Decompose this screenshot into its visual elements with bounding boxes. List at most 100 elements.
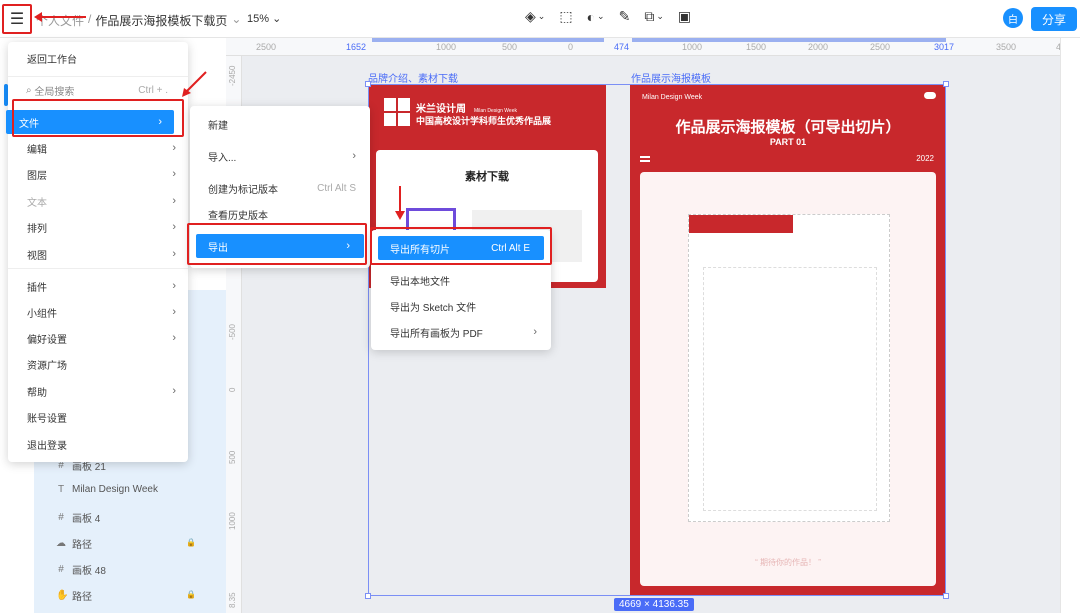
- chevron-right-icon: ›: [172, 168, 176, 180]
- menu-divider: [8, 76, 188, 77]
- toolbar: ◈ ⌄ ⬚ ◐ ⌄ ✎ ⧉ ⌄ ▣: [525, 8, 691, 25]
- hamburger-icon[interactable]: ☰: [4, 6, 30, 32]
- chevron-right-icon: ›: [172, 142, 176, 154]
- search-shortcut: Ctrl + .: [138, 84, 168, 96]
- chevron-down-icon: ⌄: [272, 13, 282, 25]
- menu-item-help[interactable]: 帮助 ›: [8, 379, 188, 403]
- layer-item[interactable]: # 画板 48: [56, 562, 106, 577]
- path-icon: ✋: [56, 590, 69, 601]
- menu-item-export-local[interactable]: 导出本地文件: [371, 268, 551, 292]
- ruler-selection-band: [372, 38, 604, 42]
- search-icon: ⌕: [26, 84, 35, 96]
- chevron-right-icon: ›: [172, 306, 176, 318]
- file-name[interactable]: 作品展示海报模板下载页: [95, 12, 227, 29]
- resize-handle[interactable]: [943, 81, 949, 87]
- size-badge: 4669 × 4136.35: [614, 598, 694, 611]
- ruler-tick: 8.35: [228, 592, 237, 608]
- zoom-dropdown[interactable]: 15% ⌄: [247, 12, 281, 25]
- menu-item-account[interactable]: 账号设置: [8, 405, 188, 429]
- breadcrumb-parent[interactable]: 个人文件: [36, 12, 84, 29]
- chevron-right-icon: ›: [158, 116, 162, 128]
- breadcrumb: 个人文件 / 作品展示海报模板下载页 ⌄: [36, 12, 241, 29]
- ruler-tick: 500: [502, 42, 518, 52]
- ruler-tick: 1500: [746, 42, 767, 52]
- lock-icon[interactable]: 🔒: [186, 538, 196, 547]
- ruler-tick: 1000: [682, 42, 703, 52]
- ruler-tick: 0: [228, 387, 237, 392]
- resize-handle[interactable]: [943, 593, 949, 599]
- menu-item-export-pdf[interactable]: 导出所有画板为 PDF ›: [371, 320, 551, 344]
- chevron-right-icon: ›: [172, 332, 176, 344]
- layer-item[interactable]: ✋ 路径: [56, 588, 92, 603]
- file-submenu: 新建 导入... › 创建为标记版本 Ctrl Alt S 查看历史版本 导出 ›: [190, 106, 370, 268]
- layer-item[interactable]: ☁ 路径: [56, 536, 92, 551]
- menu-item-layer[interactable]: 图层 ›: [8, 162, 188, 186]
- mask-icon[interactable]: ◐ ⌄: [587, 9, 605, 25]
- component-icon[interactable]: ◈ ⌄: [525, 8, 545, 25]
- menu-item-view[interactable]: 视图 ›: [8, 242, 188, 266]
- menu-item-text[interactable]: 文本 ›: [8, 189, 188, 213]
- frame-label[interactable]: 作品展示海报模板: [631, 70, 711, 85]
- path-icon: ☁: [56, 538, 66, 549]
- chevron-right-icon: ›: [172, 385, 176, 397]
- right-panel: [1060, 38, 1080, 613]
- menu-item-arrange[interactable]: 排列 ›: [8, 215, 188, 239]
- crop-icon[interactable]: ▣: [678, 8, 691, 25]
- chevron-right-icon: ›: [172, 195, 176, 207]
- top-bar: ☰ 个人文件 / 作品展示海报模板下载页 ⌄ 15% ⌄ ◈ ⌄ ⬚ ◐ ⌄ ✎ ⧉…: [0, 0, 1080, 38]
- menu-item-back[interactable]: 返回工作台: [8, 46, 188, 70]
- menu-item-export-sketch[interactable]: 导出为 Sketch 文件: [371, 294, 551, 318]
- menu-item-preferences[interactable]: 偏好设置 ›: [8, 326, 188, 350]
- breadcrumb-separator: /: [88, 12, 92, 26]
- ruler-tick: 0: [568, 42, 574, 52]
- lock-icon[interactable]: 🔒: [186, 590, 196, 599]
- avatar[interactable]: 白: [1003, 8, 1023, 28]
- ruler-tick: 3500: [996, 42, 1017, 52]
- frame-icon: #: [58, 564, 64, 575]
- share-button[interactable]: 分享: [1031, 7, 1077, 31]
- menu-item-history[interactable]: 查看历史版本: [190, 202, 370, 226]
- chevron-right-icon: ›: [172, 280, 176, 292]
- menu-item-export-slices[interactable]: 导出所有切片 Ctrl Alt E: [378, 236, 544, 260]
- menu-item-import[interactable]: 导入... ›: [190, 144, 370, 168]
- export-submenu: 导出所有切片 Ctrl Alt E 导出本地文件 导出为 Sketch 文件 导出…: [371, 230, 551, 350]
- menu-item-file[interactable]: 文件 ›: [6, 110, 174, 134]
- chevron-right-icon: ›: [172, 248, 176, 260]
- ruler-tick: 2500: [870, 42, 891, 52]
- menu-divider: [8, 268, 188, 269]
- menu-item-resources[interactable]: 资源广场: [8, 352, 188, 376]
- ruler-selection-band: [632, 38, 946, 42]
- ruler-tick: 1652: [346, 42, 367, 52]
- boolean-icon[interactable]: ⧉ ⌄: [644, 8, 664, 25]
- menu-item-plugins[interactable]: 插件 ›: [8, 274, 188, 298]
- menu-item-create-version[interactable]: 创建为标记版本 Ctrl Alt S: [190, 176, 370, 200]
- menu-item-edit[interactable]: 编辑 ›: [8, 136, 188, 160]
- edit-icon[interactable]: ✎: [619, 8, 631, 25]
- shortcut-label: Ctrl Alt E: [491, 242, 530, 254]
- global-search[interactable]: ⌕ 全局搜索 Ctrl + .: [10, 78, 178, 102]
- menu-item-widgets[interactable]: 小组件 ›: [8, 300, 188, 324]
- layer-item[interactable]: # 画板 4: [56, 510, 100, 525]
- chevron-right-icon: ›: [172, 221, 176, 233]
- chevron-right-icon: ›: [533, 326, 537, 338]
- frame-icon: #: [58, 512, 64, 523]
- ruler-tick: 500: [228, 450, 237, 464]
- shortcut-label: Ctrl Alt S: [317, 182, 356, 194]
- menu-item-new[interactable]: 新建: [190, 112, 370, 136]
- menu-item-logout[interactable]: 退出登录: [8, 432, 188, 456]
- ruler-tick: 3017: [934, 42, 955, 52]
- chevron-down-icon[interactable]: ⌄: [231, 12, 241, 29]
- ruler-tick: 1000: [228, 512, 237, 530]
- chevron-right-icon: ›: [352, 150, 356, 162]
- ruler-tick: 474: [614, 42, 630, 52]
- resize-handle[interactable]: [365, 81, 371, 87]
- ruler-tick: 2500: [256, 42, 277, 52]
- text-icon: T: [57, 484, 65, 495]
- frame-tool-icon[interactable]: ⬚: [559, 8, 572, 25]
- frame-label[interactable]: 品牌介绍、素材下载: [368, 70, 458, 85]
- resize-handle[interactable]: [365, 593, 371, 599]
- menu-item-export[interactable]: 导出 ›: [196, 234, 364, 258]
- ruler-tick: -2450: [228, 65, 237, 86]
- layer-item[interactable]: T Milan Design Week: [56, 484, 158, 495]
- ruler-tick: 1000: [436, 42, 457, 52]
